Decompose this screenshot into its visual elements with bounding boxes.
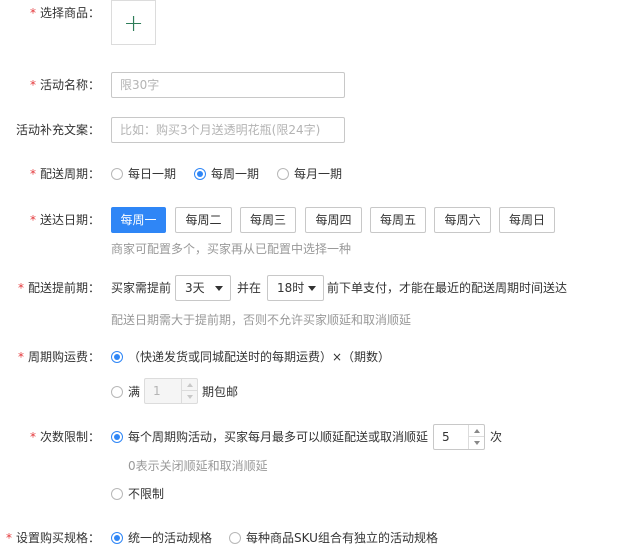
cycle-option-monthly[interactable]: 每月一期 (277, 166, 342, 182)
chevron-down-icon (308, 286, 316, 291)
radio-circle (111, 488, 123, 500)
day-button-thu[interactable]: 每周四 (305, 207, 362, 233)
supplement-row: 活动补充文案： (0, 117, 618, 143)
spec-option-unified[interactable]: 统一的活动规格 (111, 530, 212, 546)
required-mark: * (29, 6, 36, 20)
product-label: * 选择商品： (29, 6, 100, 20)
supplement-text-input[interactable] (111, 117, 345, 143)
limit-suffix: 次 (490, 430, 503, 444)
stepper-arrows (468, 425, 484, 449)
day-button-wed[interactable]: 每周三 (240, 207, 296, 233)
advance-hint: 配送日期需大于提前期，否则不允许买家顺延和取消顺延 (111, 313, 412, 327)
advance-prefix: 买家需提前 (111, 281, 172, 295)
limit-option-unlimited[interactable]: 不限制 (111, 486, 164, 502)
spec-label: * 设置购买规格： (5, 531, 100, 545)
cycle-option-daily[interactable]: 每日一期 (111, 166, 176, 182)
radio-circle (229, 532, 241, 544)
spec-option-per-sku[interactable]: 每种商品SKU组合有独立的活动规格 (229, 530, 438, 546)
day-button-fri[interactable]: 每周五 (370, 207, 426, 233)
cycle-row: * 配送周期： 每日一期 每周一期 每月一期 (0, 166, 618, 182)
required-mark: * (29, 78, 36, 92)
delivery-day-hint: 商家可配置多个，买家再从已配置中选择一种 (111, 242, 352, 256)
day-button-tue[interactable]: 每周二 (175, 207, 232, 233)
stepper-down-icon[interactable] (182, 391, 197, 403)
stepper-up-icon[interactable] (469, 425, 484, 437)
limit-label: * 次数限制： (29, 430, 100, 444)
radio-circle (111, 168, 123, 180)
radio-circle-selected (111, 532, 123, 544)
delivery-day-row: * 送达日期： 每周一 每周二 每周三 每周四 每周五 每周六 每周日 商家可配置… (0, 207, 618, 256)
shipping-option-free[interactable]: 满 (111, 384, 140, 400)
radio-circle-selected (111, 431, 123, 443)
advance-time-select[interactable]: 18时 (267, 275, 324, 301)
required-mark: * (29, 213, 36, 227)
spec-row: * 设置购买规格： 统一的活动规格 每种商品SKU组合有独立的活动规格 (0, 530, 618, 546)
advance-days-select[interactable]: 3天 (175, 275, 231, 301)
chevron-down-icon (215, 286, 223, 291)
radio-circle-selected (194, 168, 206, 180)
activity-name-input[interactable] (111, 72, 345, 98)
stepper-arrows (181, 379, 197, 403)
required-mark: * (17, 350, 24, 364)
limit-row: * 次数限制： 每个周期购活动，买家每月最多可以顺延配送或取消顺延 5 次 0表示… (0, 424, 618, 502)
name-label: * 活动名称： (29, 78, 100, 92)
supplement-label: 活动补充文案： (15, 123, 100, 137)
shipping-label: * 周期购运费： (17, 350, 100, 364)
radio-circle-selected (111, 351, 123, 363)
required-mark: * (5, 531, 12, 545)
shipping-option-per-period[interactable]: （快递发货或同城配送时的每期运费）×（期数） (111, 349, 390, 365)
advance-suffix: 前下单支付，才能在最近的配送周期时间送达 (327, 281, 568, 295)
advance-label: * 配送提前期： (17, 281, 100, 295)
day-button-mon[interactable]: 每周一 (111, 207, 166, 233)
product-row: * 选择商品： + (0, 0, 618, 46)
plus-icon: + (123, 8, 144, 37)
required-mark: * (29, 430, 36, 444)
required-mark: * (17, 281, 24, 295)
free-shipping-periods-stepper[interactable]: 1 (144, 378, 198, 404)
limit-hint: 0表示关闭顺延和取消顺延 (128, 459, 268, 473)
stepper-up-icon[interactable] (182, 379, 197, 391)
limit-count-stepper[interactable]: 5 (433, 424, 485, 450)
name-row: * 活动名称： (0, 72, 618, 98)
day-button-sat[interactable]: 每周六 (434, 207, 491, 233)
radio-circle (277, 168, 289, 180)
advance-mid: 并在 (237, 281, 262, 295)
shipping-row: * 周期购运费： （快递发货或同城配送时的每期运费）×（期数） 满 1 期包邮 (0, 348, 618, 404)
stepper-down-icon[interactable] (469, 437, 484, 449)
advance-row: * 配送提前期： 买家需提前 3天 并在 18时 前下单支付，才能在最近的配送周期… (0, 275, 618, 329)
cycle-label: * 配送周期： (29, 167, 100, 181)
limit-option-count[interactable]: 每个周期购活动，买家每月最多可以顺延配送或取消顺延 (111, 429, 428, 445)
add-product-button[interactable]: + (111, 0, 156, 45)
cycle-option-weekly[interactable]: 每周一期 (194, 166, 259, 182)
radio-circle (111, 386, 123, 398)
required-mark: * (29, 167, 36, 181)
free-shipping-suffix: 期包邮 (202, 385, 239, 399)
delivery-day-label: * 送达日期： (29, 213, 100, 227)
day-button-sun[interactable]: 每周日 (499, 207, 555, 233)
